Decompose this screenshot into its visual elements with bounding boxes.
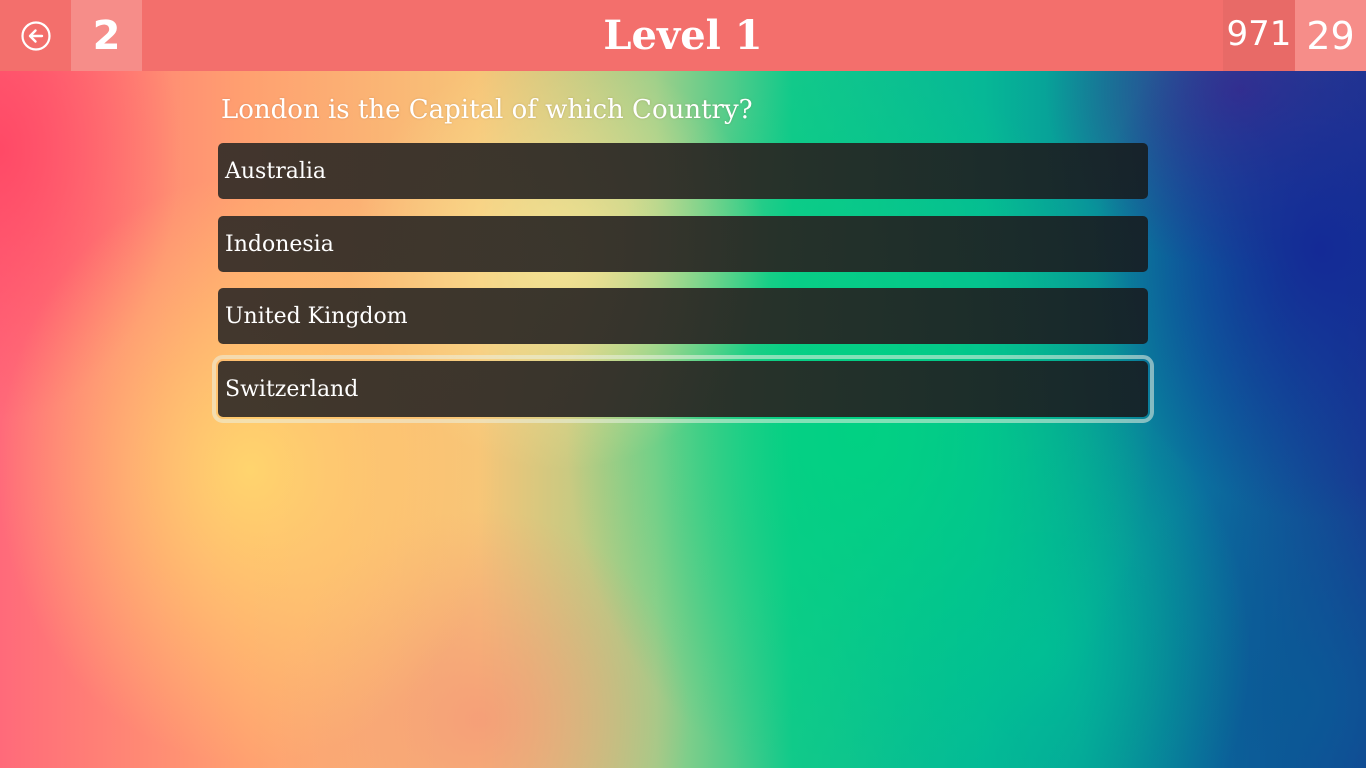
answer-option-3[interactable]: United Kingdom	[218, 288, 1148, 344]
timer-counter: 29	[1295, 0, 1366, 71]
answer-option-1[interactable]: Australia	[218, 143, 1148, 199]
back-button[interactable]	[0, 0, 71, 71]
question-text: London is the Capital of which Country?	[221, 95, 753, 125]
score-counter: 971	[1223, 0, 1295, 71]
lives-counter: 2	[71, 0, 142, 71]
top-bar: 2 Level 1 971 29	[0, 0, 1366, 71]
answer-label: United Kingdom	[225, 303, 408, 329]
level-title: Level 1	[603, 12, 763, 59]
arrow-left-circle-icon	[20, 20, 51, 51]
answer-option-4[interactable]: Switzerland	[212, 355, 1154, 423]
answer-label: Australia	[225, 158, 327, 184]
answer-label: Indonesia	[225, 231, 334, 257]
answer-option-2[interactable]: Indonesia	[218, 216, 1148, 272]
answer-label: Switzerland	[225, 376, 359, 402]
